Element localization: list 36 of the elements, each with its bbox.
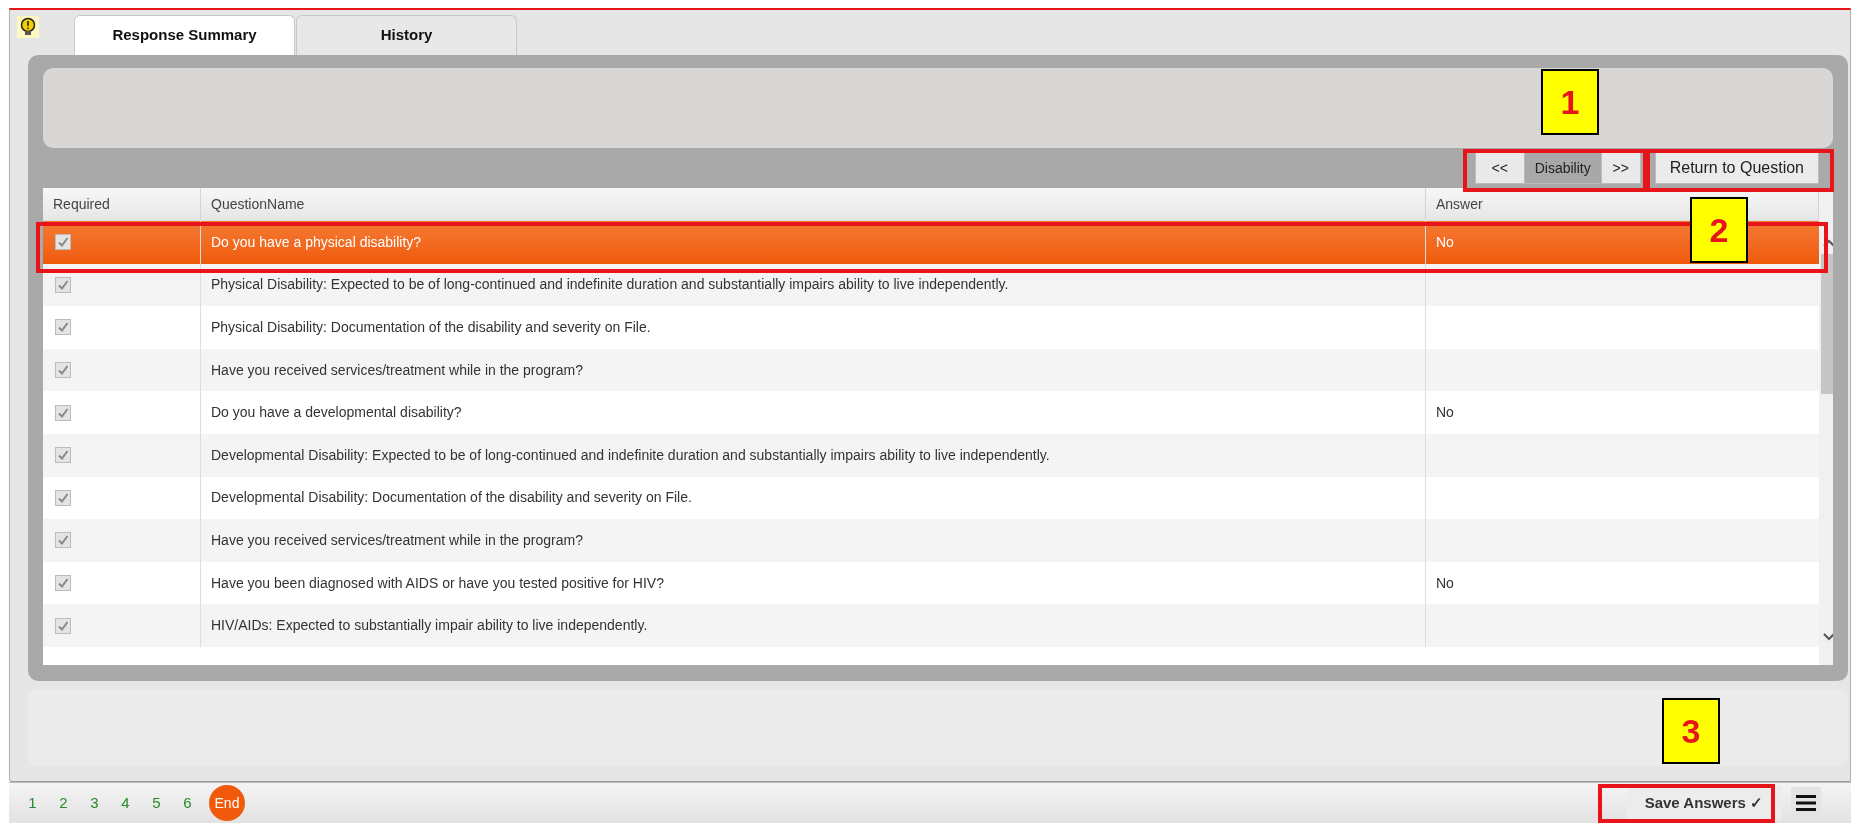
page-link[interactable]: 4	[116, 791, 135, 815]
question-text: Do you have a developmental disability?	[211, 403, 462, 423]
callout-number: 1	[1541, 69, 1599, 135]
tab[interactable]: Response Summary	[74, 15, 295, 55]
table-row[interactable]: HIV/AIDs: Expected to substantially impair ability to live independently.	[43, 604, 1819, 647]
question-text: Do you have a physical disability?	[211, 232, 422, 252]
question-text: Have you been diagnosed with AIDS or have you tested positive for HIV?	[211, 573, 664, 593]
page-link[interactable]: 6	[178, 791, 197, 815]
question-text: Physical Disability: Documentation of the disability and severity on File.	[211, 318, 651, 337]
page-link[interactable]: 5	[147, 791, 166, 815]
lightbulb-icon[interactable]	[17, 16, 39, 38]
save-answers-button[interactable]: Save Answers ✓	[1626, 786, 1781, 820]
callout-number: 2	[1690, 197, 1748, 263]
answer-text: No	[1436, 403, 1454, 423]
return-to-question-button[interactable]: Return to Question	[1654, 152, 1819, 184]
question-text: HIV/AIDs: Expected to substantially impair ability to live independently.	[211, 616, 648, 636]
table-row[interactable]: Developmental Disability: Expected to be of long-continued and indefinite duration and substantially impairs ability to live independently.	[43, 433, 1819, 477]
page-link[interactable]: 3	[85, 791, 104, 815]
page-link[interactable]: 1	[23, 791, 42, 815]
question-text: Developmental Disability: Documentation of the disability and severity on File.	[211, 488, 692, 508]
scroll-down-icon[interactable]	[1822, 632, 1833, 642]
previous-section-button[interactable]: <<	[1474, 152, 1525, 184]
answer-text: No	[1436, 573, 1454, 593]
question-text: Physical Disability: Expected to be of long-continued and indefinite duration and substantially impairs ability to live independently.	[211, 275, 1009, 295]
table-row[interactable]: Have you received services/treatment while in the program?	[43, 348, 1819, 392]
page-link[interactable]: 2	[54, 791, 73, 815]
scroll-thumb[interactable]	[1821, 254, 1833, 394]
answer-text: No	[1436, 232, 1454, 252]
question-text: Have you received services/treatment while in the program?	[211, 360, 583, 380]
column-header: Required	[43, 188, 201, 220]
callout-number: 3	[1662, 698, 1720, 764]
tab[interactable]: History	[296, 15, 517, 55]
table-row[interactable]: Have you received services/treatment while in the program?	[43, 519, 1819, 562]
question-text: Have you received services/treatment while in the program?	[211, 530, 583, 550]
column-header: QuestionName	[201, 188, 1426, 220]
question-text: Developmental Disability: Expected to be of long-continued and indefinite duration and substantially impairs ability to live independently.	[211, 445, 1050, 465]
